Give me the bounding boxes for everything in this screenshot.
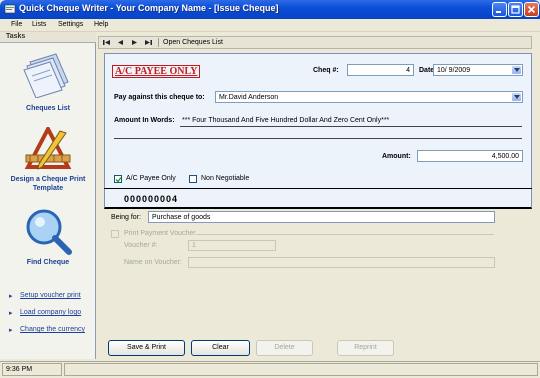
open-cheques-list-link[interactable]: Open Cheques List: [163, 39, 223, 46]
being-for-label: Being for:: [111, 214, 141, 221]
status-panel-message: [64, 363, 538, 376]
non-negotiable-checkbox[interactable]: [189, 175, 197, 183]
link-setup-voucher-print[interactable]: Setup voucher print: [20, 292, 81, 299]
amount-label: Amount:: [382, 153, 411, 160]
minimize-button[interactable]: [492, 2, 507, 17]
print-voucher-label[interactable]: Print Payment Voucher: [124, 230, 196, 237]
ac-payee-label[interactable]: A/C Payee Only: [126, 175, 176, 182]
cheq-no-field[interactable]: 4: [347, 64, 414, 76]
window-title: Quick Cheque Writer - Your Company Name …: [19, 3, 279, 13]
amount-in-words: *** Four Thousand And Five Hundred Dolla…: [182, 117, 390, 124]
design-template-icon[interactable]: [22, 124, 74, 171]
task-find-cheque[interactable]: Find Cheque: [0, 259, 96, 266]
amount-in-words-label: Amount In Words:: [114, 117, 175, 124]
cheq-no-label: Cheq #:: [313, 67, 339, 74]
being-for-field[interactable]: Purchase of goods: [148, 211, 495, 223]
payee-value: Mr.David Anderson: [219, 94, 279, 101]
voucher-group-line: [196, 234, 494, 235]
ac-payee-banner: A/C PAYEE ONLY: [112, 65, 201, 78]
maximize-button[interactable]: [508, 2, 523, 17]
words-underline-2: [114, 138, 522, 139]
chevron-down-icon[interactable]: [512, 93, 521, 101]
close-button[interactable]: [524, 2, 539, 17]
first-record-icon[interactable]: [102, 38, 111, 47]
ac-payee-checkbox[interactable]: [114, 175, 122, 183]
voucher-no-field[interactable]: 1: [188, 240, 276, 251]
menu-file[interactable]: File: [11, 21, 22, 28]
app-icon: [4, 3, 16, 15]
date-value: 10/ 9/2009: [437, 67, 471, 74]
payee-select[interactable]: Mr.David Anderson: [215, 91, 523, 103]
tasks-title: Tasks: [6, 33, 26, 40]
task-cheques-list[interactable]: Cheques List: [0, 105, 96, 112]
link-arrow-icon: ▸: [9, 327, 13, 334]
reprint-button[interactable]: Reprint: [337, 340, 394, 356]
cheque-number: 000000004: [124, 194, 179, 204]
cheques-list-icon[interactable]: [22, 52, 74, 99]
last-record-icon[interactable]: [144, 38, 153, 47]
menu-lists[interactable]: Lists: [32, 21, 46, 28]
link-change-currency[interactable]: Change the currency: [20, 326, 85, 333]
non-negotiable-label[interactable]: Non Negotiable: [201, 175, 249, 182]
pay-to-label: Pay against this cheque to:: [114, 94, 205, 101]
task-design-template[interactable]: Design a Cheque Print Template: [0, 175, 96, 193]
save-print-button[interactable]: Save & Print: [108, 340, 185, 356]
next-record-icon[interactable]: [130, 38, 139, 47]
link-arrow-icon: ▸: [9, 293, 13, 300]
print-voucher-checkbox[interactable]: [111, 230, 119, 238]
find-cheque-icon[interactable]: [22, 205, 74, 257]
link-load-company-logo[interactable]: Load company logo: [20, 309, 81, 316]
previous-record-icon[interactable]: [116, 38, 125, 47]
link-arrow-icon: ▸: [9, 310, 13, 317]
status-time: 9:36 PM: [6, 366, 33, 373]
date-picker[interactable]: 10/ 9/2009: [433, 64, 523, 76]
voucher-no-label: Voucher #:: [124, 242, 158, 249]
menu-help[interactable]: Help: [94, 21, 108, 28]
cheque-divider: [104, 188, 532, 189]
delete-button[interactable]: Delete: [256, 340, 313, 356]
name-on-voucher-label: Name on Voucher:: [124, 259, 182, 266]
amount-field[interactable]: 4,500.00: [417, 150, 523, 162]
words-underline-1: [180, 126, 522, 127]
nav-separator: [158, 38, 159, 47]
menu-settings[interactable]: Settings: [58, 21, 83, 28]
chevron-down-icon[interactable]: [512, 66, 521, 74]
name-on-voucher-field[interactable]: [188, 257, 495, 268]
clear-button[interactable]: Clear: [191, 340, 250, 356]
